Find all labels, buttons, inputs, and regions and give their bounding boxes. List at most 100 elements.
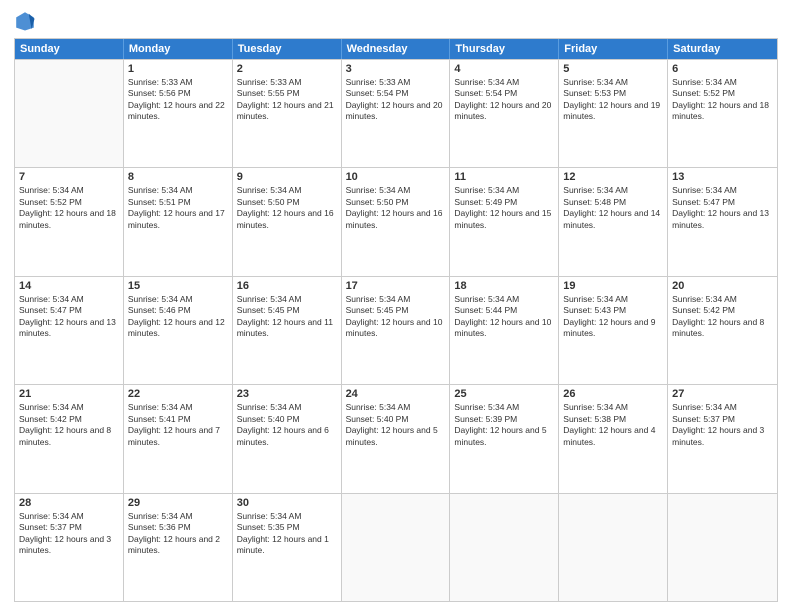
calendar-cell: 16 Sunrise: 5:34 AM Sunset: 5:45 PM Dayli… bbox=[233, 277, 342, 384]
cell-info: Sunrise: 5:34 AM Sunset: 5:38 PM Dayligh… bbox=[563, 402, 663, 448]
day-number: 15 bbox=[128, 280, 228, 292]
calendar-cell: 9 Sunrise: 5:34 AM Sunset: 5:50 PM Daylig… bbox=[233, 168, 342, 275]
day-number: 28 bbox=[19, 497, 119, 509]
calendar: SundayMondayTuesdayWednesdayThursdayFrid… bbox=[14, 38, 778, 602]
cell-info: Sunrise: 5:34 AM Sunset: 5:42 PM Dayligh… bbox=[19, 402, 119, 448]
cell-info: Sunrise: 5:34 AM Sunset: 5:49 PM Dayligh… bbox=[454, 185, 554, 231]
day-number: 11 bbox=[454, 171, 554, 183]
calendar-cell: 6Sunrise: 5:34 AM Sunset: 5:52 PM Daylig… bbox=[668, 60, 777, 167]
calendar-cell: 21 Sunrise: 5:34 AM Sunset: 5:42 PM Dayli… bbox=[15, 385, 124, 492]
day-number: 20 bbox=[672, 280, 773, 292]
cell-info: Sunrise: 5:34 AM Sunset: 5:54 PM Dayligh… bbox=[454, 77, 554, 123]
cell-info: Sunrise: 5:33 AM Sunset: 5:56 PM Dayligh… bbox=[128, 77, 228, 123]
cell-info: Sunrise: 5:34 AM Sunset: 5:50 PM Dayligh… bbox=[346, 185, 446, 231]
cell-info: Sunrise: 5:34 AM Sunset: 5:40 PM Dayligh… bbox=[346, 402, 446, 448]
calendar-cell: 3 Sunrise: 5:33 AM Sunset: 5:54 PM Daylig… bbox=[342, 60, 451, 167]
calendar-cell bbox=[559, 494, 668, 601]
calendar-cell: 19 Sunrise: 5:34 AM Sunset: 5:43 PM Dayli… bbox=[559, 277, 668, 384]
calendar-cell: 29 Sunrise: 5:34 AM Sunset: 5:36 PM Dayli… bbox=[124, 494, 233, 601]
calendar-cell: 5 Sunrise: 5:34 AM Sunset: 5:53 PM Daylig… bbox=[559, 60, 668, 167]
day-number: 16 bbox=[237, 280, 337, 292]
header bbox=[14, 10, 778, 32]
header-day-wednesday: Wednesday bbox=[342, 39, 451, 59]
cell-info: Sunrise: 5:34 AM Sunset: 5:40 PM Dayligh… bbox=[237, 402, 337, 448]
calendar-cell: 17Sunrise: 5:34 AM Sunset: 5:45 PM Dayli… bbox=[342, 277, 451, 384]
day-number: 26 bbox=[563, 388, 663, 400]
cell-info: Sunrise: 5:34 AM Sunset: 5:41 PM Dayligh… bbox=[128, 402, 228, 448]
day-number: 5 bbox=[563, 63, 663, 75]
day-number: 30 bbox=[237, 497, 337, 509]
calendar-cell: 13 Sunrise: 5:34 AM Sunset: 5:47 PM Dayli… bbox=[668, 168, 777, 275]
calendar-cell: 25 Sunrise: 5:34 AM Sunset: 5:39 PM Dayli… bbox=[450, 385, 559, 492]
calendar-cell: 30 Sunrise: 5:34 AM Sunset: 5:35 PM Dayli… bbox=[233, 494, 342, 601]
logo bbox=[14, 10, 40, 32]
calendar-cell: 7 Sunrise: 5:34 AM Sunset: 5:52 PM Daylig… bbox=[15, 168, 124, 275]
calendar-cell bbox=[15, 60, 124, 167]
calendar-cell: 10Sunrise: 5:34 AM Sunset: 5:50 PM Dayli… bbox=[342, 168, 451, 275]
cell-info: Sunrise: 5:34 AM Sunset: 5:47 PM Dayligh… bbox=[19, 294, 119, 340]
day-number: 21 bbox=[19, 388, 119, 400]
day-number: 29 bbox=[128, 497, 228, 509]
calendar-row-2: 7 Sunrise: 5:34 AM Sunset: 5:52 PM Daylig… bbox=[15, 167, 777, 275]
cell-info: Sunrise: 5:34 AM Sunset: 5:39 PM Dayligh… bbox=[454, 402, 554, 448]
day-number: 25 bbox=[454, 388, 554, 400]
day-number: 23 bbox=[237, 388, 337, 400]
cell-info: Sunrise: 5:34 AM Sunset: 5:47 PM Dayligh… bbox=[672, 185, 773, 231]
header-day-saturday: Saturday bbox=[668, 39, 777, 59]
cell-info: Sunrise: 5:34 AM Sunset: 5:52 PM Dayligh… bbox=[19, 185, 119, 231]
calendar-cell: 8 Sunrise: 5:34 AM Sunset: 5:51 PM Daylig… bbox=[124, 168, 233, 275]
day-number: 12 bbox=[563, 171, 663, 183]
day-number: 3 bbox=[346, 63, 446, 75]
calendar-cell: 14 Sunrise: 5:34 AM Sunset: 5:47 PM Dayli… bbox=[15, 277, 124, 384]
day-number: 22 bbox=[128, 388, 228, 400]
day-number: 24 bbox=[346, 388, 446, 400]
calendar-cell: 20 Sunrise: 5:34 AM Sunset: 5:42 PM Dayli… bbox=[668, 277, 777, 384]
cell-info: Sunrise: 5:34 AM Sunset: 5:50 PM Dayligh… bbox=[237, 185, 337, 231]
header-day-sunday: Sunday bbox=[15, 39, 124, 59]
cell-info: Sunrise: 5:34 AM Sunset: 5:48 PM Dayligh… bbox=[563, 185, 663, 231]
calendar-row-1: 1 Sunrise: 5:33 AM Sunset: 5:56 PM Daylig… bbox=[15, 59, 777, 167]
day-number: 2 bbox=[237, 63, 337, 75]
day-number: 7 bbox=[19, 171, 119, 183]
day-number: 14 bbox=[19, 280, 119, 292]
calendar-cell bbox=[342, 494, 451, 601]
header-day-tuesday: Tuesday bbox=[233, 39, 342, 59]
calendar-cell: 26 Sunrise: 5:34 AM Sunset: 5:38 PM Dayli… bbox=[559, 385, 668, 492]
cell-info: Sunrise: 5:34 AM Sunset: 5:37 PM Dayligh… bbox=[672, 402, 773, 448]
calendar-body: 1 Sunrise: 5:33 AM Sunset: 5:56 PM Daylig… bbox=[15, 59, 777, 601]
header-day-thursday: Thursday bbox=[450, 39, 559, 59]
day-number: 1 bbox=[128, 63, 228, 75]
cell-info: Sunrise: 5:34 AM Sunset: 5:46 PM Dayligh… bbox=[128, 294, 228, 340]
calendar-row-4: 21 Sunrise: 5:34 AM Sunset: 5:42 PM Dayli… bbox=[15, 384, 777, 492]
calendar-cell bbox=[668, 494, 777, 601]
cell-info: Sunrise: 5:34 AM Sunset: 5:37 PM Dayligh… bbox=[19, 511, 119, 557]
cell-info: Sunrise: 5:34 AM Sunset: 5:44 PM Dayligh… bbox=[454, 294, 554, 340]
calendar-cell: 11 Sunrise: 5:34 AM Sunset: 5:49 PM Dayli… bbox=[450, 168, 559, 275]
cell-info: Sunrise: 5:34 AM Sunset: 5:35 PM Dayligh… bbox=[237, 511, 337, 557]
cell-info: Sunrise: 5:34 AM Sunset: 5:43 PM Dayligh… bbox=[563, 294, 663, 340]
day-number: 8 bbox=[128, 171, 228, 183]
cell-info: Sunrise: 5:34 AM Sunset: 5:45 PM Dayligh… bbox=[346, 294, 446, 340]
calendar-cell: 15 Sunrise: 5:34 AM Sunset: 5:46 PM Dayli… bbox=[124, 277, 233, 384]
calendar-cell: 12 Sunrise: 5:34 AM Sunset: 5:48 PM Dayli… bbox=[559, 168, 668, 275]
day-number: 4 bbox=[454, 63, 554, 75]
cell-info: Sunrise: 5:34 AM Sunset: 5:45 PM Dayligh… bbox=[237, 294, 337, 340]
cell-info: Sunrise: 5:34 AM Sunset: 5:42 PM Dayligh… bbox=[672, 294, 773, 340]
calendar-cell: 2Sunrise: 5:33 AM Sunset: 5:55 PM Daylig… bbox=[233, 60, 342, 167]
calendar-cell: 1 Sunrise: 5:33 AM Sunset: 5:56 PM Daylig… bbox=[124, 60, 233, 167]
calendar-row-5: 28 Sunrise: 5:34 AM Sunset: 5:37 PM Dayli… bbox=[15, 493, 777, 601]
calendar-cell bbox=[450, 494, 559, 601]
cell-info: Sunrise: 5:34 AM Sunset: 5:52 PM Dayligh… bbox=[672, 77, 773, 123]
calendar-cell: 18 Sunrise: 5:34 AM Sunset: 5:44 PM Dayli… bbox=[450, 277, 559, 384]
cell-info: Sunrise: 5:34 AM Sunset: 5:53 PM Dayligh… bbox=[563, 77, 663, 123]
day-number: 9 bbox=[237, 171, 337, 183]
cell-info: Sunrise: 5:34 AM Sunset: 5:36 PM Dayligh… bbox=[128, 511, 228, 557]
day-number: 13 bbox=[672, 171, 773, 183]
cell-info: Sunrise: 5:33 AM Sunset: 5:54 PM Dayligh… bbox=[346, 77, 446, 123]
calendar-cell: 27Sunrise: 5:34 AM Sunset: 5:37 PM Dayli… bbox=[668, 385, 777, 492]
calendar-cell: 4 Sunrise: 5:34 AM Sunset: 5:54 PM Daylig… bbox=[450, 60, 559, 167]
day-number: 19 bbox=[563, 280, 663, 292]
cell-info: Sunrise: 5:34 AM Sunset: 5:51 PM Dayligh… bbox=[128, 185, 228, 231]
calendar-header: SundayMondayTuesdayWednesdayThursdayFrid… bbox=[15, 39, 777, 59]
day-number: 18 bbox=[454, 280, 554, 292]
